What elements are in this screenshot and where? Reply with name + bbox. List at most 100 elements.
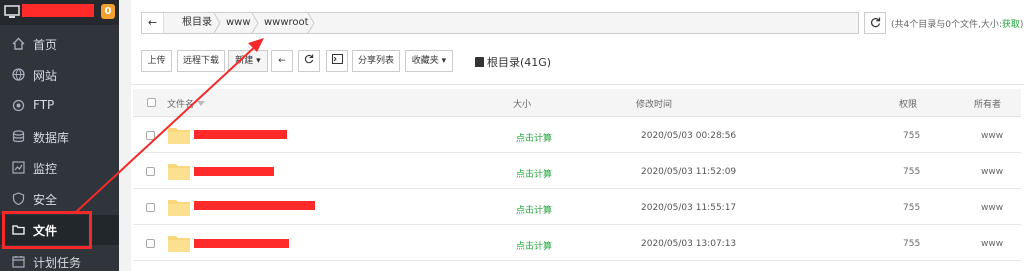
modified-time: 2020/05/03 00:28:56 [641, 131, 737, 141]
sidebar-item-database[interactable]: 数据库 [0, 122, 119, 152]
table-row[interactable]: 点击计算 2020/05/03 11:52:09 755 www [133, 154, 1021, 189]
sidebar-item-label: 文件 [33, 224, 58, 238]
monitor-chart-icon [12, 161, 25, 174]
sidebar-item-label: 网站 [33, 69, 58, 83]
new-dropdown-button[interactable]: 新建 ▾ [228, 50, 268, 72]
sidebar-item-label: 首页 [33, 38, 58, 52]
folder-icon [168, 200, 190, 216]
refresh-button[interactable] [298, 50, 320, 72]
summary-close: ) [1019, 20, 1024, 30]
owner[interactable]: www [981, 167, 1003, 177]
permission[interactable]: 755 [903, 131, 920, 141]
permission[interactable]: 755 [903, 203, 920, 213]
row-checkbox[interactable] [146, 203, 155, 212]
sidebar-item-security[interactable]: 安全 [0, 184, 119, 214]
caret-down-icon: ▾ [441, 56, 447, 66]
back-button[interactable]: ← [271, 50, 293, 72]
sidebar-item-label: FTP [33, 98, 55, 112]
calculate-size-link[interactable]: 点击计算 [516, 167, 552, 180]
summary-text: (共4个目录与0个文件,大小: [891, 20, 1002, 30]
sidebar-item-files[interactable]: 文件 [0, 215, 119, 245]
select-all-checkbox[interactable] [147, 98, 156, 107]
column-header-name-label: 文件名 [167, 100, 195, 110]
owner[interactable]: www [981, 239, 1003, 249]
get-size-link[interactable]: 获取 [1002, 20, 1020, 30]
disk-selector[interactable]: 根目录(41G) [475, 54, 551, 70]
home-icon [12, 37, 25, 50]
sort-caret-icon [197, 101, 206, 106]
sidebar-item-monitor[interactable]: 监控 [0, 153, 119, 183]
path-bar[interactable]: ← 根目录 www wwwroot [141, 12, 859, 34]
sidebar: 0 首页 网站 FTP 数据库 监控 安全 文件 计划任务 [0, 0, 119, 271]
directory-summary: (共4个目录与0个文件,大小:获取) [891, 17, 1023, 30]
permission[interactable]: 755 [903, 239, 920, 249]
permission[interactable]: 755 [903, 167, 920, 177]
folder-icon [12, 225, 25, 235]
calculate-size-link[interactable]: 点击计算 [516, 203, 552, 216]
favorites-label: 收藏夹 [411, 56, 439, 66]
filename-redacted[interactable] [194, 130, 287, 139]
filename-redacted[interactable] [194, 167, 274, 176]
file-manager-panel: ← 根目录 www wwwroot (共4个目录与0个文件,大小:获取) 上传 … [131, 0, 1024, 271]
folder-icon [168, 164, 190, 180]
folder-icon [168, 128, 190, 144]
folder-icon [168, 236, 190, 252]
modified-time: 2020/05/03 11:52:09 [641, 167, 737, 177]
column-header-perm: 权限 [899, 100, 918, 110]
ftp-icon [12, 99, 25, 112]
upload-button[interactable]: 上传 [141, 50, 172, 72]
chevron-right-icon [213, 13, 221, 33]
sidebar-item-label: 安全 [33, 193, 58, 207]
notification-badge[interactable]: 0 [101, 4, 115, 19]
sidebar-item-home[interactable]: 首页 [0, 29, 119, 59]
modified-time: 2020/05/03 11:55:17 [641, 203, 737, 213]
globe-icon [12, 68, 25, 81]
chevron-right-icon [251, 13, 259, 33]
column-header-owner: 所有者 [974, 100, 1002, 110]
share-list-button[interactable]: 分享列表 [352, 50, 400, 72]
modified-time: 2020/05/03 13:07:13 [641, 239, 737, 249]
refresh-button[interactable] [864, 12, 886, 34]
table-row[interactable]: 点击计算 2020/05/03 13:07:13 755 www [133, 226, 1021, 261]
shield-icon [12, 192, 25, 205]
calculate-size-link[interactable]: 点击计算 [516, 131, 552, 144]
monitor-icon [4, 5, 20, 18]
calculate-size-link[interactable]: 点击计算 [516, 239, 552, 252]
table-row[interactable]: 点击计算 2020/05/03 00:28:56 755 www [133, 118, 1021, 153]
database-icon [12, 130, 25, 143]
owner[interactable]: www [981, 203, 1003, 213]
row-checkbox[interactable] [146, 167, 155, 176]
filename-redacted[interactable] [194, 201, 315, 210]
disk-label: 根目录(41G) [487, 56, 552, 69]
column-header-mtime: 修改时间 [636, 100, 673, 110]
sidebar-item-label: 数据库 [33, 131, 70, 145]
remote-download-button[interactable]: 远程下载 [177, 50, 225, 72]
terminal-button[interactable] [326, 50, 348, 72]
calendar-icon [12, 256, 25, 268]
row-checkbox[interactable] [146, 131, 155, 140]
disk-icon [475, 57, 484, 67]
breadcrumb-item[interactable]: www [226, 13, 251, 33]
row-checkbox[interactable] [146, 239, 155, 248]
owner[interactable]: www [981, 131, 1003, 141]
refresh-icon [870, 17, 880, 28]
divider [131, 84, 1024, 85]
new-label: 新建 [235, 56, 254, 66]
username-redacted [22, 4, 94, 17]
table-row[interactable]: 点击计算 2020/05/03 11:55:17 755 www [133, 190, 1021, 225]
breadcrumb-item[interactable]: 根目录 [182, 13, 212, 33]
arrow-left-icon[interactable]: ← [142, 13, 164, 33]
table-header: 文件名 大小 修改时间 权限 所有者 [133, 89, 1021, 117]
sidebar-item-ftp[interactable]: FTP [0, 91, 119, 121]
column-header-name[interactable]: 文件名 [167, 97, 206, 110]
refresh-icon [304, 54, 314, 64]
sidebar-item-cron[interactable]: 计划任务 [0, 247, 119, 271]
column-header-size: 大小 [513, 100, 532, 110]
filename-redacted[interactable] [194, 239, 289, 248]
breadcrumb-item[interactable]: wwwroot [264, 13, 309, 33]
sidebar-header: 0 [0, 0, 119, 25]
sidebar-item-website[interactable]: 网站 [0, 60, 119, 90]
sidebar-item-label: 计划任务 [33, 256, 82, 270]
favorites-dropdown-button[interactable]: 收藏夹 ▾ [405, 50, 453, 72]
chevron-right-icon [307, 13, 315, 33]
